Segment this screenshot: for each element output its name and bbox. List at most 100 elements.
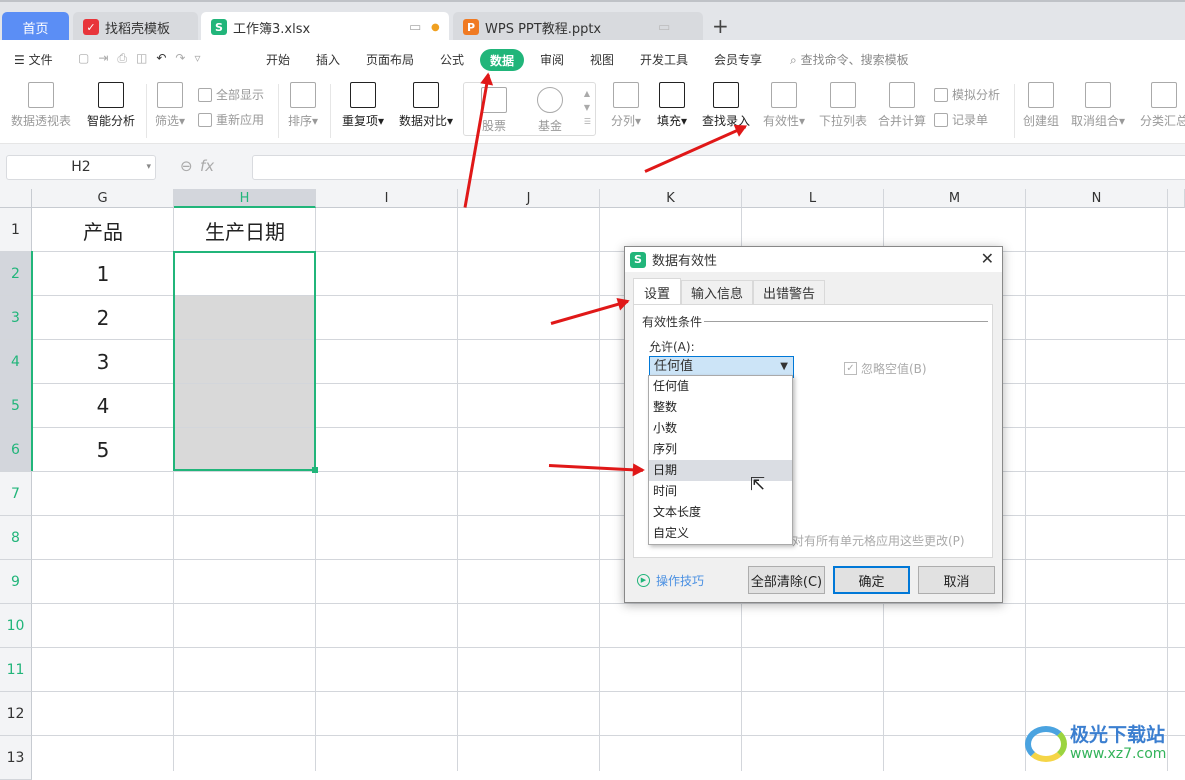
row-header-7[interactable]: 7 (0, 472, 32, 516)
row-header-10[interactable]: 10 (0, 604, 32, 648)
option-text-length[interactable]: 文本长度 (649, 502, 792, 523)
selection-range[interactable] (173, 251, 318, 473)
dropdown-list-button[interactable]: 下拉列表 (816, 82, 870, 129)
chevron-down-icon[interactable]: ▾ (146, 156, 151, 179)
menu-formula[interactable]: 公式 (440, 51, 464, 68)
row-header-12[interactable]: 12 (0, 692, 32, 736)
validity-button[interactable]: 有效性▾ (760, 82, 808, 129)
sort-button[interactable]: 排序▾ (285, 82, 321, 129)
name-box[interactable]: H2 ▾ (6, 155, 156, 180)
pivot-table-button[interactable]: 数据透视表 (8, 82, 74, 129)
apply-all-checkbox[interactable]: 对有所有单元格应用这些更改(P) (792, 532, 965, 549)
option-decimal[interactable]: 小数 (649, 418, 792, 439)
gallery-scroll[interactable]: ▲ ▼ ☰ (584, 87, 591, 129)
tab-ppt[interactable]: P WPS PPT教程.pptx ▭ (453, 12, 703, 42)
column-header-j[interactable]: J (458, 189, 600, 208)
cell-g2[interactable]: 1 (32, 252, 174, 296)
new-tab-plus-icon[interactable]: + (712, 14, 729, 38)
option-list[interactable]: 序列 (649, 439, 792, 460)
record-form-button[interactable]: 记录单 (934, 111, 988, 128)
command-search[interactable]: ⌕ 查找命令、搜索模板 (790, 51, 909, 68)
print-icon[interactable]: ⎙ (117, 51, 136, 65)
column-header-l[interactable]: L (742, 189, 884, 208)
zoom-formula-icon[interactable]: ⊖ (180, 157, 193, 175)
menu-insert[interactable]: 插入 (316, 51, 340, 68)
cell-h1[interactable]: 生产日期 (174, 208, 316, 252)
fill-handle[interactable] (312, 467, 318, 473)
row-header-11[interactable]: 11 (0, 648, 32, 692)
tab-workbook[interactable]: S 工作簿3.xlsx ▭ ● (201, 12, 449, 42)
menu-review[interactable]: 审阅 (540, 51, 564, 68)
more-icon[interactable]: ▿ (194, 51, 209, 65)
row-header-1[interactable]: 1 (0, 208, 32, 252)
cell-g6[interactable]: 5 (32, 428, 174, 472)
option-whole-number[interactable]: 整数 (649, 397, 792, 418)
row-header-6[interactable]: 6 (0, 428, 32, 472)
option-any-value[interactable]: 任何值 (649, 376, 792, 397)
fill-button[interactable]: 填充▾ (654, 82, 690, 129)
menu-data[interactable]: 数据 (480, 49, 524, 71)
clear-all-button[interactable]: 全部清除(C) (748, 566, 825, 594)
save-icon[interactable]: ▢ (78, 51, 98, 65)
row-header-13[interactable]: 13 (0, 736, 32, 780)
create-group-button[interactable]: 创建组 (1020, 82, 1062, 129)
subtotal-button[interactable]: 分类汇总 (1136, 82, 1185, 129)
fund-button[interactable]: 基金 (528, 87, 572, 134)
row-header-4[interactable]: 4 (0, 340, 32, 384)
column-header-i[interactable]: I (316, 189, 458, 208)
column-header-h[interactable]: H (174, 189, 316, 208)
menu-member[interactable]: 会员专享 (714, 51, 762, 68)
row-header-8[interactable]: 8 (0, 516, 32, 560)
column-header-m[interactable]: M (884, 189, 1026, 208)
preview-icon[interactable]: ◫ (136, 51, 156, 65)
consolidate-button[interactable]: 合并计算 (876, 82, 928, 129)
undo-icon[interactable]: ↶ (156, 51, 175, 65)
split-column-button[interactable]: 分列▾ (608, 82, 644, 129)
option-date[interactable]: 日期 (649, 460, 792, 481)
what-if-button[interactable]: 模拟分析 (934, 86, 1000, 103)
menu-developer[interactable]: 开发工具 (640, 51, 688, 68)
row-header-2[interactable]: 2 (0, 252, 32, 296)
tab-error-alert[interactable]: 出错警告 (753, 280, 825, 304)
show-all-button[interactable]: 全部显示 (198, 86, 264, 103)
menu-home[interactable]: 开始 (266, 51, 290, 68)
ungroup-button[interactable]: 取消组合▾ (1068, 82, 1128, 129)
cell-g4[interactable]: 3 (32, 340, 174, 384)
data-compare-button[interactable]: 数据对比▾ (396, 82, 456, 129)
close-icon[interactable]: ✕ (981, 249, 994, 268)
ignore-blank-checkbox[interactable]: ✓ 忽略空值(B) (844, 360, 927, 377)
tab-input-message[interactable]: 输入信息 (681, 280, 753, 304)
export-icon[interactable]: ⇥ (98, 51, 117, 65)
column-header-g[interactable]: G (32, 189, 174, 208)
dialog-titlebar[interactable]: S 数据有效性 ✕ (625, 247, 1002, 272)
tab-docer[interactable]: ✓ 找稻壳模板 (73, 12, 198, 42)
file-menu[interactable]: ☰ 文件 (14, 51, 53, 68)
smart-analysis-button[interactable]: 智能分析 (84, 82, 138, 129)
function-icon[interactable]: fx (200, 157, 214, 175)
select-all-corner[interactable] (0, 189, 32, 208)
row-header-3[interactable]: 3 (0, 296, 32, 340)
option-custom[interactable]: 自定义 (649, 523, 792, 544)
tips-link[interactable]: ▶ 操作技巧 (637, 572, 704, 589)
formula-input[interactable] (252, 155, 1185, 180)
column-header-n[interactable]: N (1026, 189, 1168, 208)
option-time[interactable]: 时间 (649, 481, 792, 502)
screen-icon[interactable]: ▭ (409, 20, 421, 35)
cell-g3[interactable]: 2 (32, 296, 174, 340)
cancel-button[interactable]: 取消 (918, 566, 995, 594)
tab-home[interactable]: 首页 (2, 12, 69, 42)
filter-button[interactable]: 筛选▾ (152, 82, 188, 129)
column-header-o[interactable] (1168, 189, 1185, 208)
row-header-9[interactable]: 9 (0, 560, 32, 604)
ok-button[interactable]: 确定 (833, 566, 910, 594)
screen-icon[interactable]: ▭ (658, 20, 670, 35)
cell-g5[interactable]: 4 (32, 384, 174, 428)
redo-icon[interactable]: ↷ (175, 51, 194, 65)
duplicates-button[interactable]: 重复项▾ (340, 82, 386, 129)
tab-settings[interactable]: 设置 (633, 278, 681, 305)
menu-view[interactable]: 视图 (590, 51, 614, 68)
row-header-5[interactable]: 5 (0, 384, 32, 428)
menu-page-layout[interactable]: 页面布局 (366, 51, 414, 68)
cell-g1[interactable]: 产品 (32, 208, 174, 252)
reapply-button[interactable]: 重新应用 (198, 111, 264, 128)
